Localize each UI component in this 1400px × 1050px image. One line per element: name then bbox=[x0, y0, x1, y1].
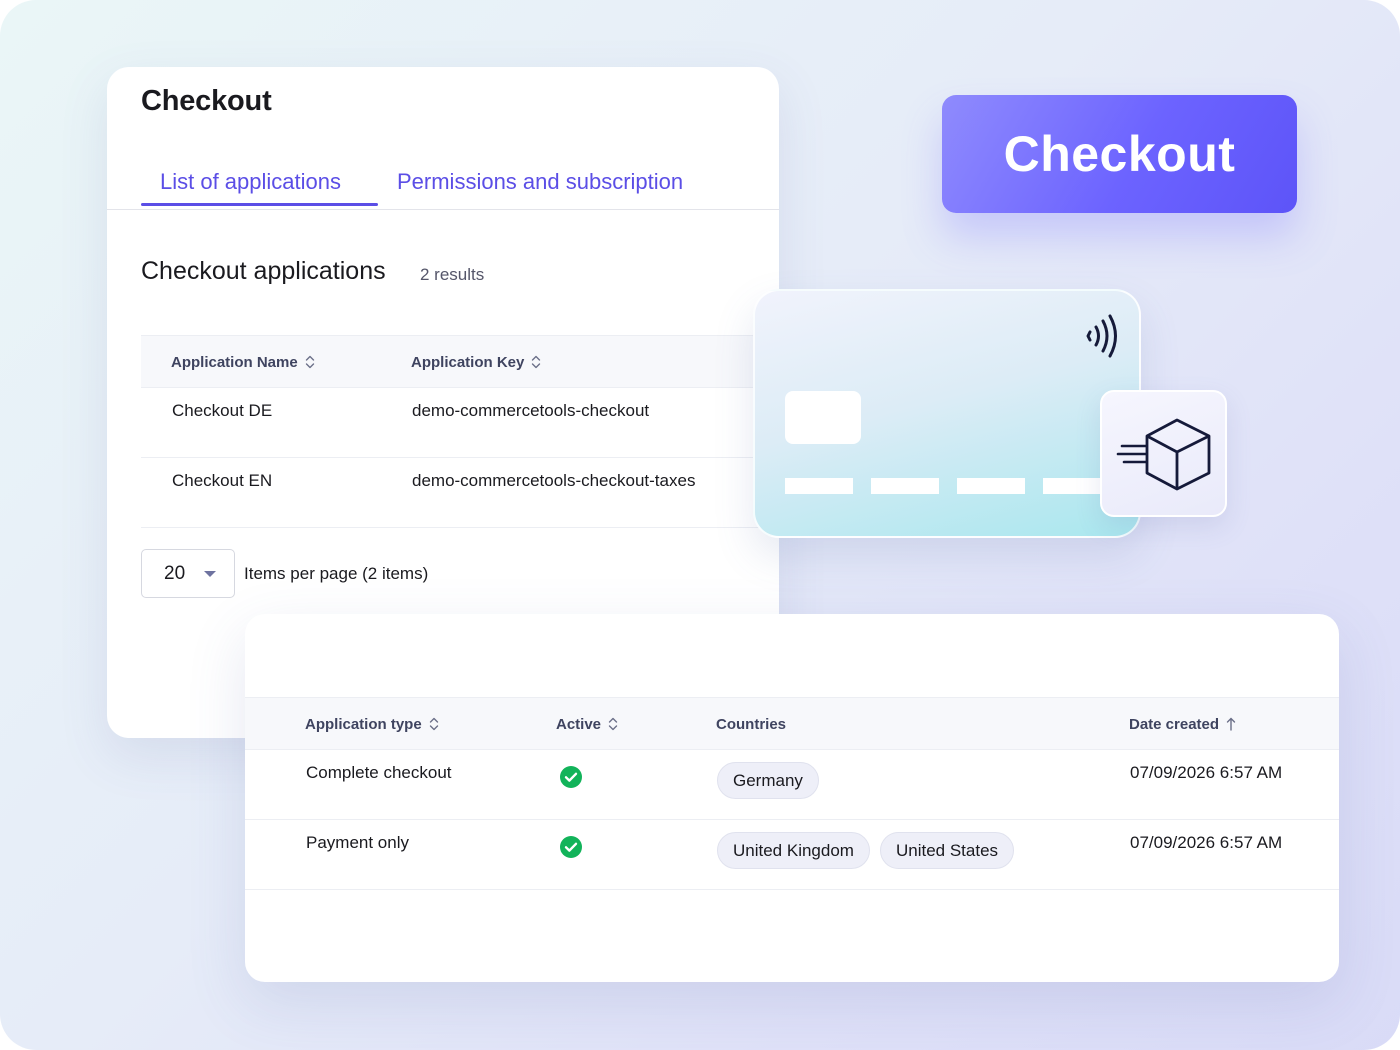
check-circle-icon bbox=[560, 836, 582, 858]
brand-badge-text: Checkout bbox=[1003, 126, 1236, 182]
table-header: Application Name Application Key bbox=[141, 336, 779, 388]
table-row[interactable]: Checkout EN demo-commercetools-checkout-… bbox=[141, 458, 779, 528]
column-header-application-name[interactable]: Application Name bbox=[171, 354, 315, 371]
country-chip: Germany bbox=[717, 762, 819, 799]
country-chips: Germany bbox=[717, 762, 819, 799]
tab-bar: List of applications Permissions and sub… bbox=[107, 163, 779, 210]
table-row[interactable]: Payment only United Kingdom United State… bbox=[245, 820, 1339, 890]
application-types-panel: Application type Active Countries Date c… bbox=[245, 614, 1339, 982]
card-chip bbox=[785, 391, 861, 444]
country-chips: United Kingdom United States bbox=[717, 832, 1015, 869]
applications-table: Application Name Application Key Checkou… bbox=[141, 335, 779, 528]
column-header-label: Date created bbox=[1129, 716, 1220, 733]
items-per-page-value: 20 bbox=[164, 563, 186, 584]
column-header-label: Countries bbox=[716, 716, 787, 733]
contactless-icon bbox=[1086, 314, 1117, 358]
cell-date-created: 07/09/2026 6:57 AM bbox=[1130, 763, 1283, 782]
cell-date-created: 07/09/2026 6:57 AM bbox=[1130, 833, 1283, 852]
column-header-label: Application Key bbox=[411, 354, 525, 371]
fast-delivery-box-icon bbox=[1116, 418, 1211, 491]
column-header-active[interactable]: Active bbox=[556, 716, 618, 733]
column-header-countries: Countries bbox=[716, 716, 786, 733]
column-header-label: Application Name bbox=[171, 354, 298, 371]
checkout-brand-badge: Checkout bbox=[942, 95, 1297, 213]
sort-icon bbox=[305, 355, 314, 369]
delivery-tile bbox=[1100, 390, 1227, 517]
sort-icon bbox=[532, 355, 541, 369]
stage: Checkout List of applications Permission… bbox=[0, 0, 1400, 1050]
sort-icon bbox=[429, 717, 438, 731]
cell-application-name: Checkout EN bbox=[172, 471, 273, 490]
cell-application-key: demo-commercetools-checkout-taxes bbox=[412, 471, 696, 490]
country-chip: United States bbox=[879, 832, 1015, 869]
page-title: Checkout bbox=[141, 85, 272, 117]
column-header-application-type[interactable]: Application type bbox=[305, 716, 439, 733]
section-title: Checkout applications bbox=[141, 257, 386, 285]
card-number-placeholder bbox=[785, 478, 853, 494]
chevron-down-icon bbox=[204, 571, 216, 577]
cell-application-name: Checkout DE bbox=[172, 401, 273, 420]
credit-card-illustration bbox=[753, 289, 1141, 538]
cell-application-type: Complete checkout bbox=[306, 763, 452, 782]
cell-application-key: demo-commercetools-checkout bbox=[412, 401, 650, 420]
table-row[interactable]: Complete checkout Germany 07/09/2026 6:5… bbox=[245, 750, 1339, 820]
sort-icon bbox=[608, 717, 618, 731]
column-header-label: Active bbox=[556, 716, 602, 733]
column-header-label: Application type bbox=[305, 716, 422, 733]
card-number-placeholder bbox=[871, 478, 939, 494]
tab-list-of-applications[interactable]: List of applications bbox=[160, 169, 341, 195]
column-header-date-created[interactable]: Date created bbox=[1129, 716, 1236, 733]
column-header-application-key[interactable]: Application Key bbox=[411, 354, 541, 371]
country-chip: United Kingdom bbox=[717, 832, 870, 869]
items-per-page-label: Items per page (2 items) bbox=[244, 564, 429, 583]
active-tab-indicator bbox=[141, 203, 378, 206]
table-header: Application type Active Countries Date c… bbox=[245, 697, 1339, 750]
table-row[interactable]: Checkout DE demo-commercetools-checkout bbox=[141, 388, 779, 458]
tab-permissions-and-subscription[interactable]: Permissions and subscription bbox=[397, 169, 683, 195]
cell-application-type: Payment only bbox=[306, 833, 409, 852]
result-count: 2 results bbox=[420, 265, 485, 284]
card-number-placeholder bbox=[957, 478, 1025, 494]
arrow-up-icon bbox=[1226, 717, 1236, 731]
check-circle-icon bbox=[560, 766, 582, 788]
items-per-page-select[interactable]: 20 bbox=[141, 549, 235, 598]
